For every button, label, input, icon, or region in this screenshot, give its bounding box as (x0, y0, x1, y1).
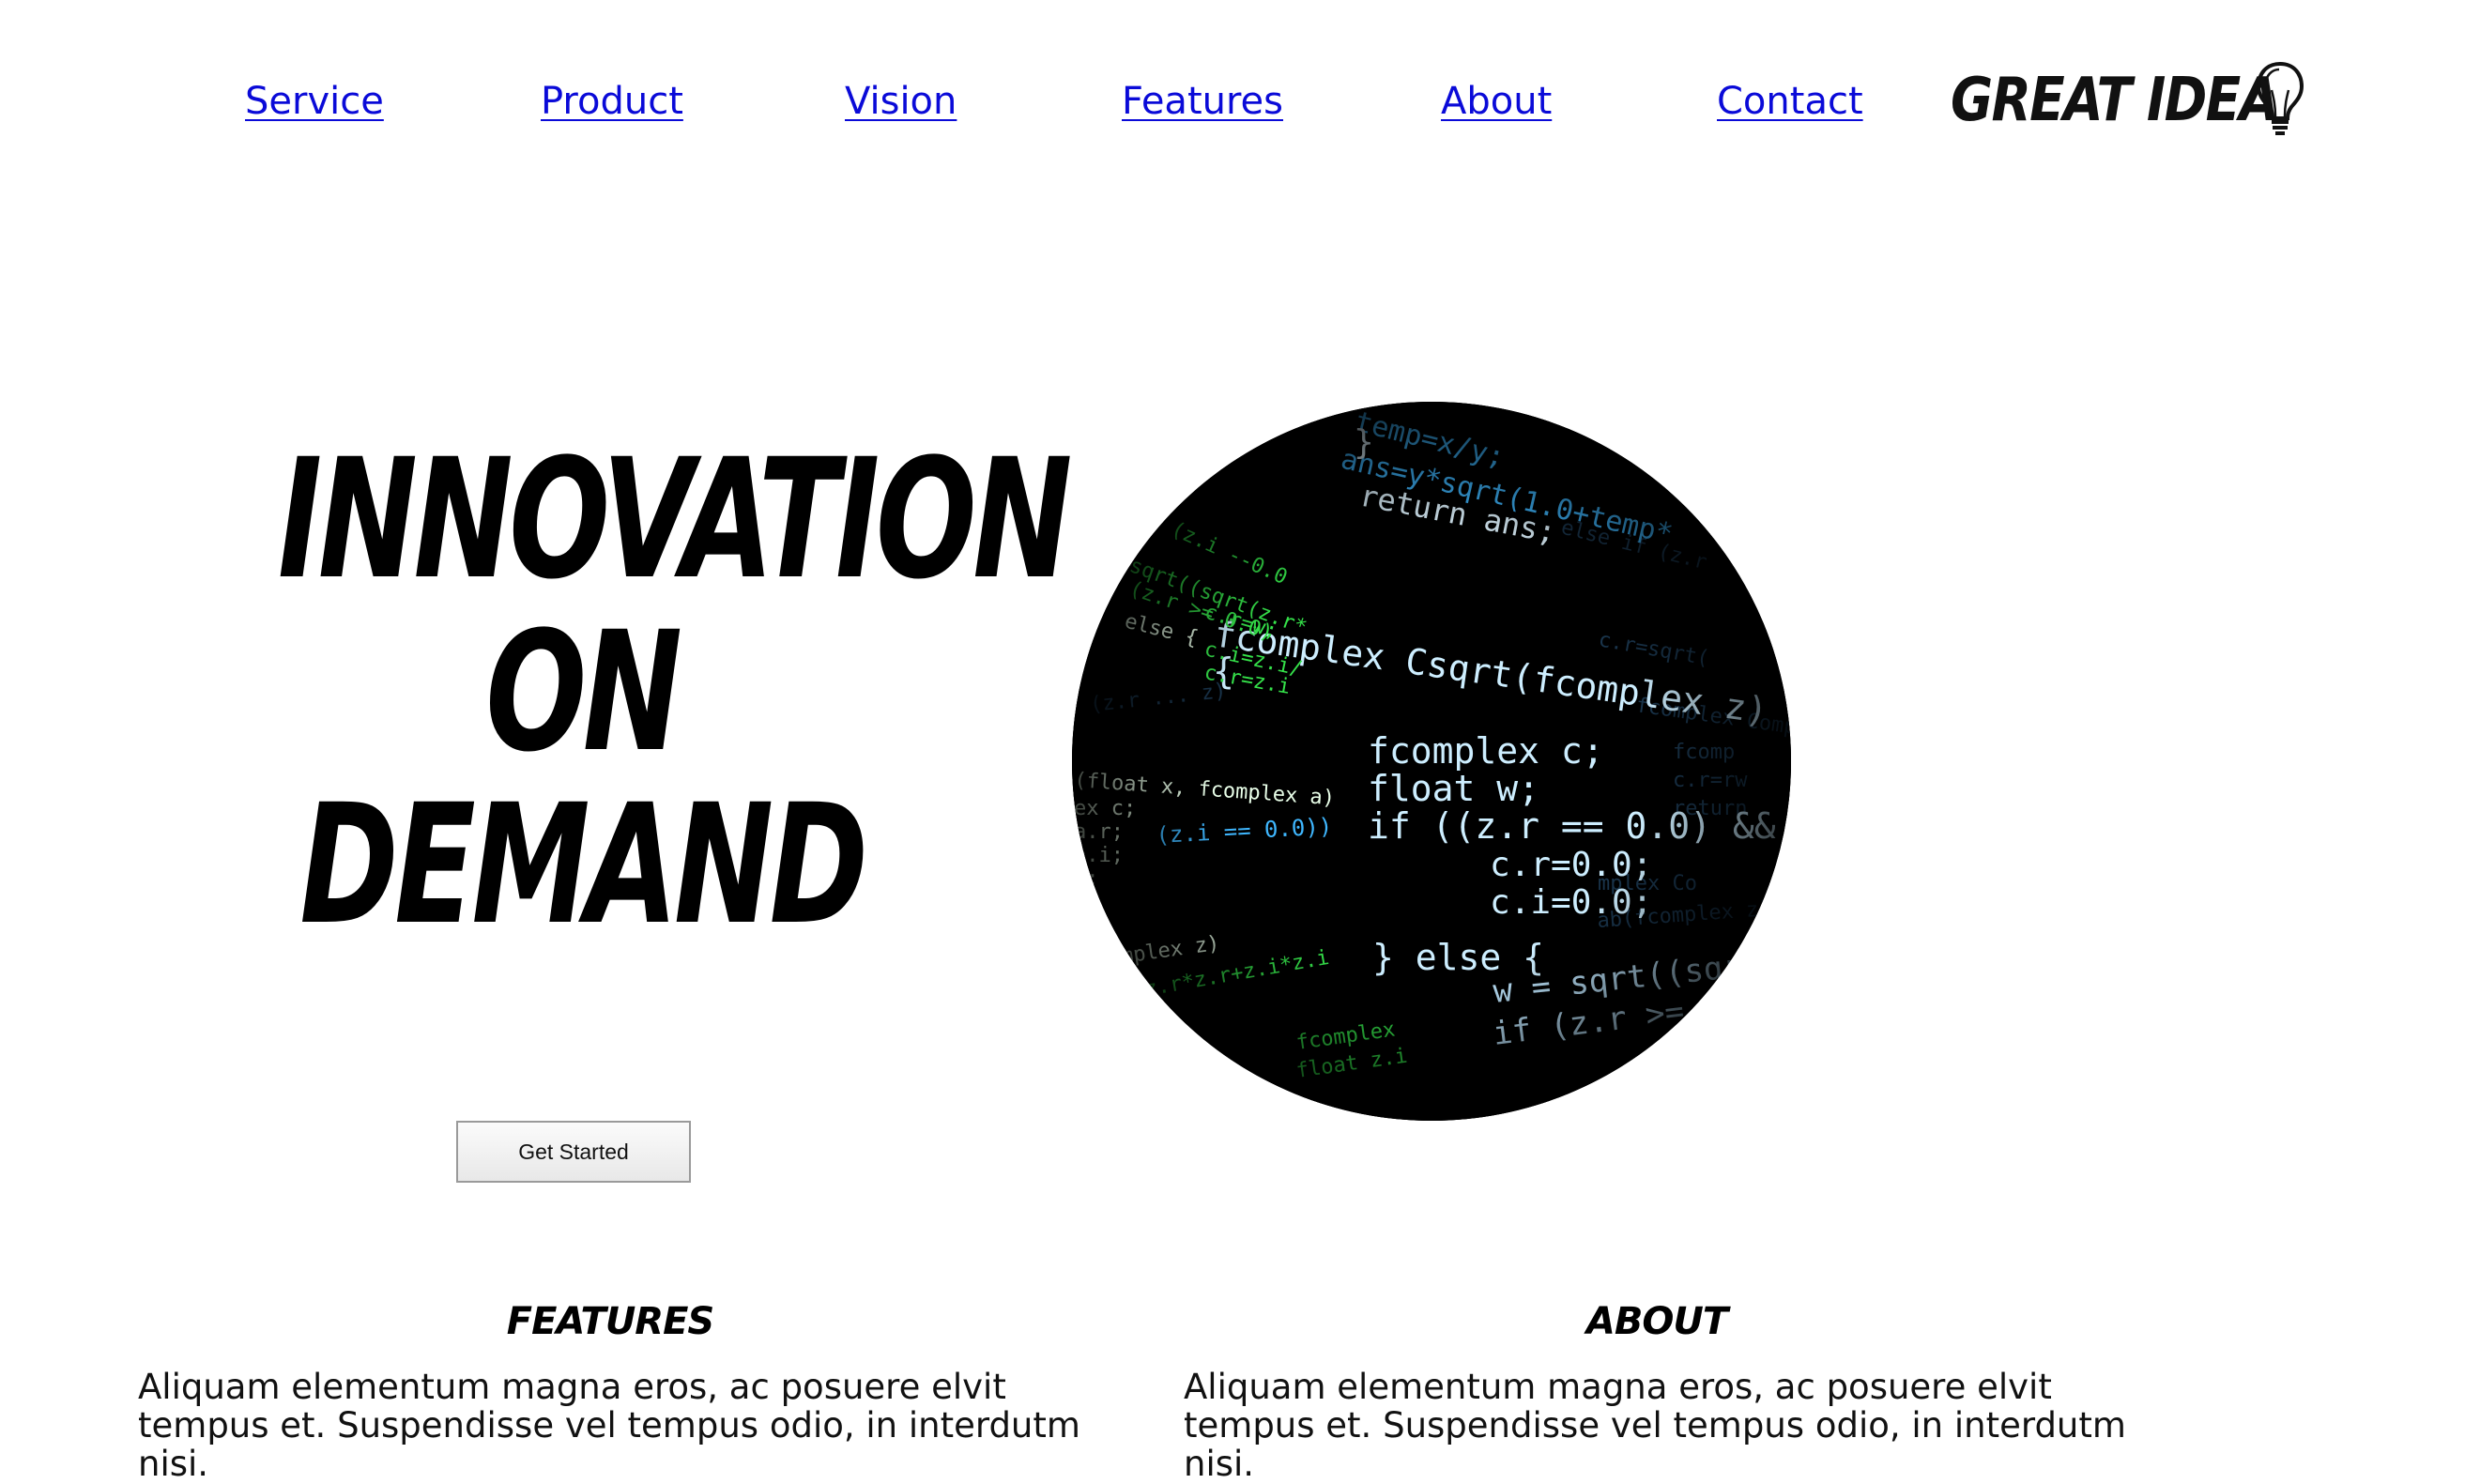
site-logo[interactable]: GREAT IDEA (1951, 58, 2331, 143)
features-heading: FEATURES (506, 1300, 714, 1343)
hero-title-line: DEMAND (299, 769, 868, 961)
code-screen-image: else if (z.r c.r=sqrt( fcomplex Comp fco… (1072, 402, 1791, 1121)
hero-title: INNOVATION ON DEMAND (160, 423, 1072, 961)
nav-link-about[interactable]: About (1441, 73, 1552, 130)
nav-link-contact[interactable]: Contact (1717, 73, 1863, 130)
lightbulb-icon (2256, 61, 2304, 135)
nav-link-vision[interactable]: Vision (845, 73, 957, 130)
logo-text: GREAT IDEA (1951, 66, 2279, 135)
about-body: Aliquam elementum magna eros, ac posuere… (1184, 1367, 2126, 1484)
nav-link-features[interactable]: Features (1122, 73, 1283, 130)
features-body: Aliquam elementum magna eros, ac posuere… (138, 1367, 1080, 1484)
get-started-button[interactable]: Get Started (456, 1121, 691, 1183)
about-heading: ABOUT (1585, 1300, 1728, 1343)
hero-title-line: INNOVATION (278, 423, 1072, 616)
hero-title-line: ON (485, 596, 681, 788)
nav-link-product[interactable]: Product (541, 73, 683, 130)
nav-link-service[interactable]: Service (245, 73, 384, 130)
